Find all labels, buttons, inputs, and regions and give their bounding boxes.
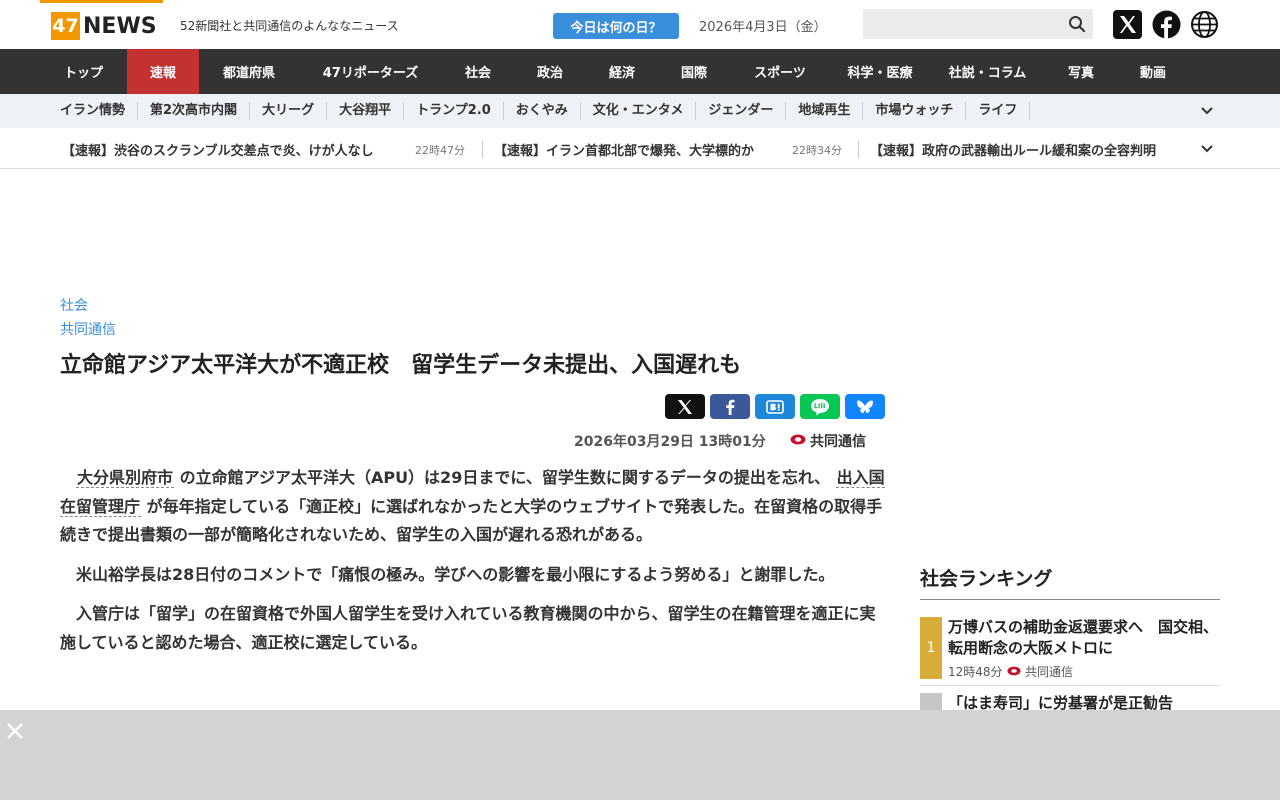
article-source[interactable]: 共同通信: [60, 319, 116, 339]
nav-item[interactable]: トップ: [40, 49, 127, 94]
facebook-icon[interactable]: [1152, 10, 1181, 39]
nav-item[interactable]: スポーツ: [730, 49, 830, 94]
glossary-link[interactable]: 大分県別府市: [76, 468, 175, 488]
chevron-down-icon[interactable]: [1200, 142, 1214, 156]
ticker-divider: [858, 140, 859, 158]
ranking-separator: [920, 685, 1220, 686]
ad-overlay: [0, 710, 1280, 800]
article-date: 2026年03月29日 13時01分: [574, 434, 766, 450]
search-box: [863, 9, 1093, 39]
topic-nav-item[interactable]: 地域再生: [786, 102, 864, 120]
paragraph-text: が毎年指定している「適正校」に選ばれなかったと大学のウェブサイトで発表した。在留…: [60, 496, 883, 545]
main-nav: トップ 速報 都道府県 47リポーターズ 社会 政治 経済 国際 スポーツ 科学・医療 社説・コラム…: [0, 49, 1280, 94]
search-icon[interactable]: [1068, 15, 1086, 33]
article-paragraph: 大分県別府市 の立命館アジア太平洋大（APU）は29日までに、留学生数に関するデ…: [60, 464, 890, 550]
today-in-history-button[interactable]: 今日は何の日？: [553, 13, 679, 39]
ranking-item-source: 共同通信: [1025, 665, 1074, 679]
search-input[interactable]: [863, 9, 1053, 39]
ranking-item-time: 12時48分: [948, 665, 1003, 679]
share-facebook-button[interactable]: [710, 394, 750, 419]
share-line-button[interactable]: [800, 394, 840, 419]
topic-nav-item[interactable]: 第2次高市内閣: [138, 102, 251, 120]
nav-item[interactable]: 科学・医療: [830, 49, 930, 94]
site-logo[interactable]: 47 NEWS: [51, 12, 157, 40]
topic-nav-item[interactable]: 市場ウォッチ: [863, 102, 967, 120]
kyodo-logo-icon: [1007, 666, 1021, 676]
chevron-down-icon[interactable]: [1200, 104, 1214, 118]
topic-nav-item[interactable]: 大谷翔平: [327, 102, 405, 120]
nav-item[interactable]: 写真: [1045, 49, 1117, 94]
topic-nav-item[interactable]: ジェンダー: [696, 102, 787, 120]
ranking-divider: [920, 599, 1220, 600]
kyodo-logo-icon: [790, 434, 806, 445]
ticker-item[interactable]: 【速報】政府の武器輸出ルール緩和案の全容判明: [870, 140, 1156, 159]
article-body: 大分県別府市 の立命館アジア太平洋大（APU）は29日までに、留学生数に関するデ…: [60, 464, 890, 668]
ticker-time: 22時34分: [792, 144, 842, 157]
logo-number: 47: [51, 12, 80, 40]
close-icon[interactable]: [6, 722, 24, 740]
breaking-news-ticker: 【速報】渋谷のスクランブル交差点で炎、けが人なし 22時47分 【速報】イラン首…: [0, 128, 1280, 169]
x-twitter-icon[interactable]: [1113, 10, 1142, 39]
nav-item[interactable]: 社会: [442, 49, 514, 94]
topic-nav-item[interactable]: 文化・エンタメ: [581, 102, 697, 120]
nav-item[interactable]: 47リポーターズ: [299, 49, 442, 94]
article-paragraph: 入管庁は「留学」の在留資格で外国人留学生を受け入れている教育機関の中から、留学生…: [60, 604, 876, 652]
topic-nav: イラン情勢 第2次高市内閣 大リーグ 大谷翔平 トランプ2.0 おくやみ 文化・エンタメ ジェ…: [0, 94, 1280, 128]
article-paragraph: 米山裕学長は28日付のコメントで「痛恨の極み。学びへの影響を最小限にするよう努め…: [76, 564, 835, 584]
nav-item[interactable]: 国際: [658, 49, 730, 94]
logo-word: NEWS: [83, 13, 157, 39]
today-date: 2026年4月3日（金）: [699, 20, 827, 35]
site-tagline: 52新聞社と共同通信のよんななニュース: [180, 19, 399, 33]
line-icon: [811, 398, 829, 415]
logo-accent-bar: [40, 0, 163, 3]
ranking-number: 1: [920, 617, 942, 679]
nav-item[interactable]: 経済: [586, 49, 658, 94]
ticker-time: 22時47分: [415, 144, 465, 157]
ticker-item[interactable]: 【速報】イラン首都北部で爆発、大学標的か: [494, 140, 754, 159]
hatena-bookmark-icon: [766, 399, 784, 414]
ticker-divider: [482, 140, 483, 158]
nav-item[interactable]: 社説・コラム: [930, 49, 1045, 94]
nav-item[interactable]: 政治: [514, 49, 586, 94]
ranking-item-title[interactable]: 万博バスの補助金返還要求へ 国交相、転用断念の大阪メトロに: [948, 617, 1218, 659]
topic-nav-item[interactable]: おくやみ: [504, 102, 581, 120]
article-date-source: 共同通信: [810, 434, 866, 450]
ranking-title: 社会ランキング: [920, 568, 1053, 590]
globe-icon[interactable]: [1190, 10, 1219, 39]
article-category[interactable]: 社会: [60, 295, 88, 315]
nav-item[interactable]: 動画: [1117, 49, 1189, 94]
topic-nav-item[interactable]: ライフ: [966, 102, 1031, 120]
topic-nav-item[interactable]: トランプ2.0: [404, 102, 504, 120]
share-bluesky-button[interactable]: [845, 394, 885, 419]
ticker-item[interactable]: 【速報】渋谷のスクランブル交差点で炎、けが人なし: [62, 140, 374, 159]
site-header: 47 NEWS 52新聞社と共同通信のよんななニュース 今日は何の日？ 2026…: [0, 0, 1280, 49]
x-twitter-icon: [678, 399, 692, 414]
facebook-icon: [726, 399, 735, 415]
nav-item[interactable]: 速報: [127, 49, 199, 94]
bluesky-icon: [857, 399, 873, 413]
share-hatena-button[interactable]: [755, 394, 795, 419]
article-title: 立命館アジア太平洋大が不適正校 留学生データ未提出、入国遅れも: [60, 353, 742, 378]
nav-item[interactable]: 都道府県: [199, 49, 299, 94]
paragraph-text: の立命館アジア太平洋大（APU）は29日までに、留学生数に関するデータの提出を忘…: [179, 468, 831, 487]
topic-nav-item[interactable]: イラン情勢: [48, 102, 139, 120]
topic-nav-item[interactable]: 大リーグ: [250, 102, 328, 120]
share-x-button[interactable]: [665, 394, 705, 419]
